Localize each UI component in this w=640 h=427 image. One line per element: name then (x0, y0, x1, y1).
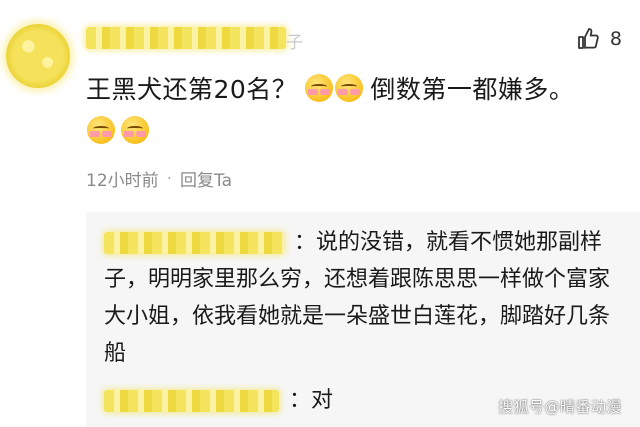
thumbs-up-icon (578, 28, 599, 49)
comment-text: 王黑犬还第20名？ 倒数第一都嫌多。 (86, 70, 574, 106)
reply-item[interactable]: ：说的没错，就看不惯她那副样子，明明家里那么穷，还想着跟陈思思一样做个富家大小姐… (104, 224, 614, 372)
comment-meta: 12小时前 · 回复Ta (86, 166, 232, 192)
comment-avatar[interactable] (6, 24, 70, 88)
blushing-face-emoji (305, 74, 334, 102)
comment-text-tail: 倒数第一都嫌多。 (370, 75, 575, 104)
reply-text: ：说的没错，就看不惯她那副样子，明明家里那么穷，还想着跟陈思思一样做个富家大小姐… (104, 230, 611, 366)
comment-text-main: 王黑犬还第20名？ (86, 75, 298, 104)
comment-time: 12小时前 (86, 171, 159, 191)
watermark: 搜狐号@晴番动漫 (497, 398, 622, 416)
blushing-face-emoji (121, 116, 149, 144)
blushing-face-emoji (87, 116, 115, 144)
reply-button[interactable]: 回复Ta (180, 166, 232, 191)
meta-separator: · (166, 168, 173, 189)
blushing-face-emoji (335, 74, 364, 102)
reply-text: ：对 (289, 388, 334, 413)
reply-thread: ：说的没错，就看不惯她那副样子，明明家里那么穷，还想着跟陈思思一样做个富家大小姐… (86, 212, 640, 427)
like-button[interactable]: 8 (576, 27, 622, 51)
emoji-row (86, 116, 150, 144)
username-tail: 子 (286, 33, 303, 53)
like-count: 8 (609, 28, 622, 50)
username-blurred[interactable] (86, 27, 286, 49)
